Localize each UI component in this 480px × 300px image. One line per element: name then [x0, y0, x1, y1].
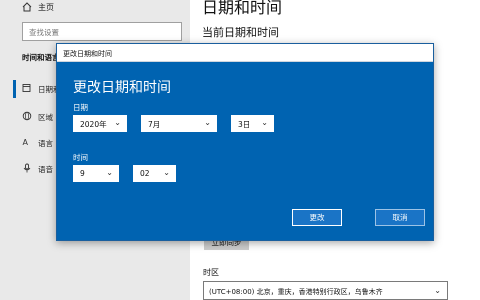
home-label: 主页	[38, 2, 54, 12]
minute-dropdown[interactable]: 02 ⌄	[133, 165, 176, 182]
chevron-down-icon: ⌄	[204, 118, 211, 127]
home-icon	[22, 2, 32, 12]
section-title: 时间和语言	[22, 53, 60, 62]
current-datetime-heading: 当前日期和时间	[202, 26, 279, 39]
chevron-down-icon: ⌄	[434, 286, 441, 295]
chevron-down-icon: ⌄	[163, 168, 170, 177]
home-nav-item[interactable]: 主页	[22, 0, 54, 14]
globe-icon	[22, 111, 32, 123]
month-dropdown[interactable]: 7月 ⌄	[141, 115, 217, 132]
sidebar-item-label: 语言	[38, 138, 53, 148]
sidebar-item-language[interactable]: A 语言	[22, 136, 54, 150]
cancel-button[interactable]: 取消	[375, 209, 425, 226]
change-datetime-dialog: 更改日期和时间 更改日期和时间 日期 2020年 ⌄ 7月 ⌄ 3日 ⌄ 时间 …	[56, 43, 434, 241]
settings-search-input[interactable]: 查找设置	[22, 22, 182, 41]
timezone-select[interactable]: (UTC+08:00) 北京，重庆，香港特别行政区，乌鲁木齐 ⌄	[203, 281, 448, 300]
sidebar-item-label: 语音	[38, 164, 53, 174]
dialog-heading: 更改日期和时间	[73, 80, 171, 96]
time-label: 时间	[73, 153, 88, 162]
date-label: 日期	[73, 103, 88, 112]
page-title: 日期和时间	[202, 0, 283, 17]
chevron-down-icon: ⌄	[261, 118, 268, 127]
year-dropdown[interactable]: 2020年 ⌄	[73, 115, 127, 132]
search-placeholder: 查找设置	[29, 28, 59, 37]
timezone-label: 时区	[203, 268, 219, 277]
active-indicator	[13, 80, 16, 98]
calendar-clock-icon	[22, 83, 32, 95]
sidebar-item-label: 区域	[38, 112, 53, 122]
timezone-value: (UTC+08:00) 北京，重庆，香港特别行政区，乌鲁木齐	[209, 288, 383, 296]
day-dropdown[interactable]: 3日 ⌄	[231, 115, 274, 132]
sidebar-item-region[interactable]: 区域	[22, 110, 53, 124]
year-value: 2020年	[80, 120, 107, 129]
chevron-down-icon: ⌄	[106, 168, 113, 177]
hour-dropdown[interactable]: 9 ⌄	[73, 165, 119, 182]
svg-text:A: A	[23, 138, 29, 147]
chevron-down-icon: ⌄	[114, 118, 121, 127]
sidebar-item-speech[interactable]: 语音	[22, 162, 53, 176]
dialog-window-title: 更改日期和时间	[63, 50, 112, 58]
change-button[interactable]: 更改	[292, 209, 342, 226]
month-value: 7月	[148, 120, 161, 129]
language-icon: A	[22, 137, 32, 149]
microphone-icon	[22, 163, 32, 175]
dialog-titlebar[interactable]: 更改日期和时间	[57, 44, 433, 62]
minute-value: 02	[140, 169, 150, 178]
day-value: 3日	[238, 120, 251, 129]
hour-value: 9	[80, 169, 85, 178]
